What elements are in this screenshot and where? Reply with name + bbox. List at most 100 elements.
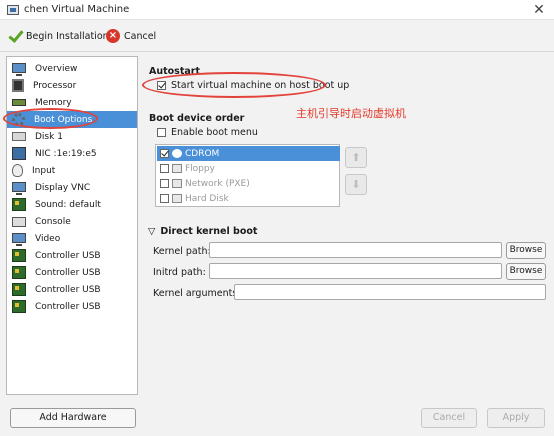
boot-device-label: Floppy — [185, 163, 215, 174]
display-icon — [12, 181, 26, 195]
sidebar-item-label: Console — [35, 216, 71, 227]
boot-device-list: CDROM Floppy Network (PXE) Hard Disk — [155, 144, 340, 207]
sidebar-item-controller-usb[interactable]: Controller USB — [7, 264, 137, 281]
sidebar-item-input[interactable]: Input — [7, 162, 137, 179]
sidebar-item-label: Processor — [33, 80, 77, 91]
begin-installation-label: Begin Installation — [26, 30, 109, 42]
sidebar-item-controller-usb[interactable]: Controller USB — [7, 281, 137, 298]
sound-card-icon — [12, 198, 26, 211]
boot-device-check[interactable] — [160, 149, 169, 158]
boot-device-check[interactable] — [160, 164, 169, 173]
sidebar-item-label: Input — [32, 165, 56, 176]
cdrom-icon — [172, 149, 182, 158]
disk-icon — [12, 132, 26, 141]
expander-triangle-icon: ▽ — [148, 226, 156, 237]
initrd-path-label: Initrd path: — [153, 267, 206, 278]
boot-device-hard-disk[interactable]: Hard Disk — [157, 191, 340, 206]
main-area: Overview Processor Memory Boot Options D… — [0, 52, 554, 436]
enable-boot-menu-label: Enable boot menu — [171, 127, 258, 138]
sidebar-item-label: Sound: default — [35, 199, 101, 210]
initrd-path-input[interactable] — [209, 263, 502, 279]
apply-button[interactable]: Apply — [487, 408, 545, 428]
sidebar-item-memory[interactable]: Memory — [7, 94, 137, 111]
controller-icon — [12, 300, 26, 313]
console-icon — [12, 216, 26, 227]
initrd-browse-button[interactable]: Browse — [506, 263, 546, 280]
boot-device-cdrom[interactable]: CDROM — [157, 146, 340, 161]
enable-boot-menu-checkbox[interactable]: Enable boot menu — [157, 127, 258, 138]
sidebar-item-label: Memory — [35, 97, 72, 108]
sidebar-item-nic[interactable]: NIC :1e:19:e5 — [7, 145, 137, 162]
sidebar-item-label: Controller USB — [35, 301, 101, 312]
boot-device-check[interactable] — [160, 194, 169, 203]
video-icon — [12, 232, 26, 246]
boot-device-label: CDROM — [185, 148, 220, 159]
network-icon — [172, 179, 182, 188]
sidebar-item-sound[interactable]: Sound: default — [7, 196, 137, 213]
sidebar-item-controller-usb[interactable]: Controller USB — [7, 247, 137, 264]
sidebar-item-disk-1[interactable]: Disk 1 — [7, 128, 137, 145]
move-up-button[interactable]: ⬆ — [345, 147, 367, 168]
sidebar-item-overview[interactable]: Overview — [7, 60, 137, 77]
boot-device-check[interactable] — [160, 179, 169, 188]
hardware-sidebar: Overview Processor Memory Boot Options D… — [6, 56, 138, 395]
cpu-icon — [12, 79, 24, 92]
kernel-path-input[interactable] — [209, 242, 502, 258]
boot-order-heading: Boot device order — [149, 113, 245, 124]
move-down-button[interactable]: ⬇ — [345, 174, 367, 195]
floppy-icon — [172, 164, 182, 173]
cancel-button[interactable]: Cancel — [421, 408, 477, 428]
boot-device-network[interactable]: Network (PXE) — [157, 176, 340, 191]
virtual-machine-icon — [7, 5, 19, 15]
sidebar-item-display-vnc[interactable]: Display VNC — [7, 179, 137, 196]
kernel-path-label: Kernel path: — [153, 246, 211, 257]
close-icon[interactable]: ✕ — [530, 1, 548, 19]
direct-kernel-boot-heading: Direct kernel boot — [160, 226, 258, 237]
begin-installation-button[interactable]: Begin Installation — [6, 26, 109, 46]
hard-disk-icon — [172, 194, 182, 203]
title-bar: chen Virtual Machine ✕ — [0, 0, 554, 20]
mouse-icon — [12, 164, 23, 177]
controller-icon — [12, 283, 26, 296]
boot-device-label: Hard Disk — [185, 193, 229, 204]
cancel-icon: × — [106, 29, 120, 43]
sidebar-item-console[interactable]: Console — [7, 213, 137, 230]
nic-icon — [12, 147, 26, 160]
sidebar-item-label: Overview — [35, 63, 78, 74]
kernel-arguments-input[interactable] — [234, 284, 546, 300]
arrow-down-icon: ⬇ — [351, 178, 361, 191]
checkmark-icon — [6, 28, 22, 44]
sidebar-item-label: NIC :1e:19:e5 — [35, 148, 97, 159]
kernel-browse-button[interactable]: Browse — [506, 242, 546, 259]
toolbar: Begin Installation × Cancel — [0, 20, 554, 52]
boot-device-floppy[interactable]: Floppy — [157, 161, 340, 176]
sidebar-item-label: Controller USB — [35, 284, 101, 295]
sidebar-item-label: Boot Options — [34, 114, 93, 125]
sidebar-item-label: Controller USB — [35, 250, 101, 261]
annotation-text: 主机引导时启动虚拟机 — [296, 107, 406, 120]
direct-kernel-boot-expander[interactable]: ▽ Direct kernel boot — [148, 226, 257, 237]
autostart-check[interactable] — [157, 81, 166, 90]
kernel-arguments-label: Kernel arguments: — [153, 288, 241, 299]
sidebar-item-label: Disk 1 — [35, 131, 63, 142]
controller-icon — [12, 266, 26, 279]
cancel-installation-label: Cancel — [124, 30, 157, 42]
window-title: chen Virtual Machine — [24, 4, 130, 15]
boot-gear-icon — [12, 113, 25, 126]
enable-boot-menu-check[interactable] — [157, 128, 166, 137]
autostart-label: Start virtual machine on host boot up — [171, 80, 350, 91]
boot-device-label: Network (PXE) — [185, 178, 250, 189]
sidebar-item-boot-options[interactable]: Boot Options — [7, 111, 137, 128]
memory-icon — [12, 99, 26, 106]
cancel-installation-button[interactable]: × Cancel — [106, 26, 156, 46]
sidebar-item-processor[interactable]: Processor — [7, 77, 137, 94]
arrow-up-icon: ⬆ — [351, 151, 361, 164]
autostart-checkbox[interactable]: Start virtual machine on host boot up — [157, 80, 349, 91]
autostart-heading: Autostart — [149, 66, 201, 77]
controller-icon — [12, 249, 26, 262]
monitor-icon — [12, 62, 26, 76]
sidebar-item-video[interactable]: Video — [7, 230, 137, 247]
add-hardware-button[interactable]: Add Hardware — [10, 408, 136, 428]
sidebar-item-label: Display VNC — [35, 182, 91, 193]
sidebar-item-controller-usb[interactable]: Controller USB — [7, 298, 137, 315]
